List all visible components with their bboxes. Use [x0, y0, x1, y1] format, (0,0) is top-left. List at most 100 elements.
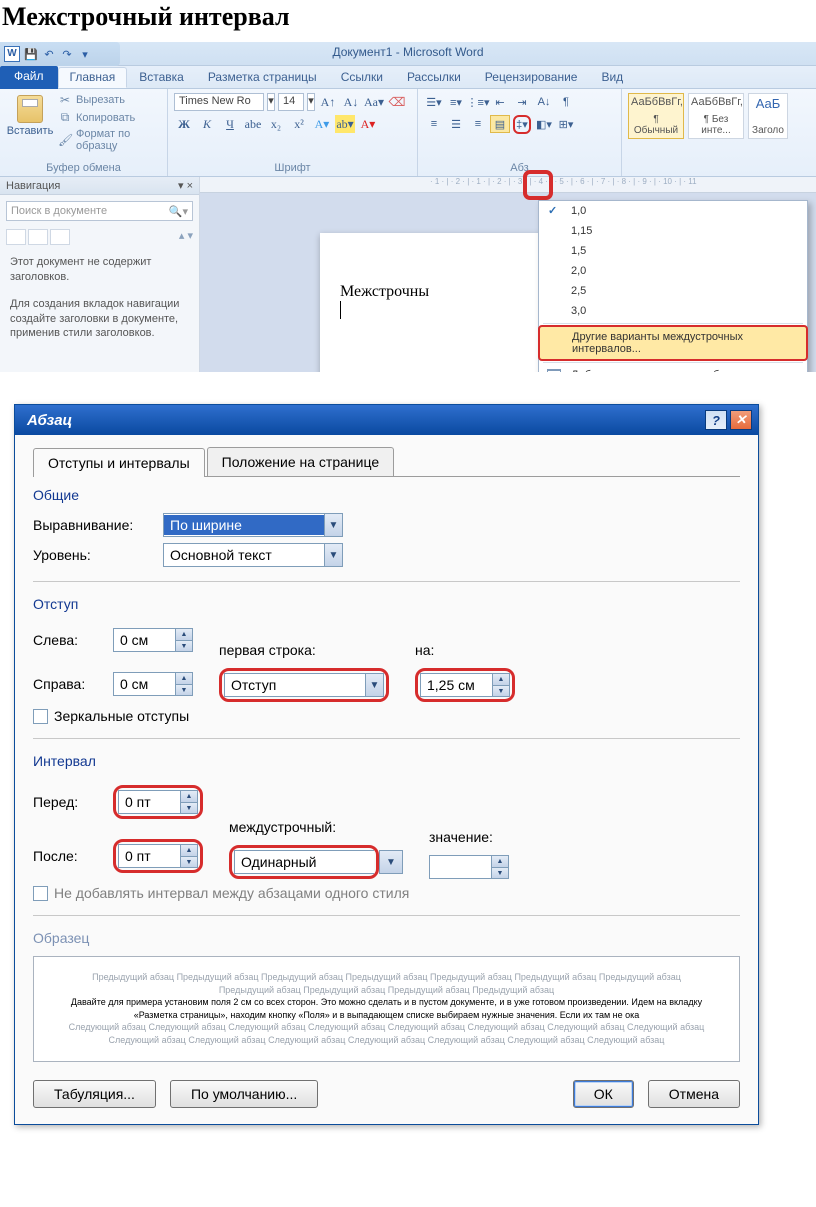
- file-tab[interactable]: Файл: [0, 66, 58, 89]
- align-left-icon[interactable]: ≡: [424, 115, 444, 133]
- justify-icon[interactable]: ▤: [490, 115, 510, 133]
- insert-tab[interactable]: Вставка: [127, 67, 196, 87]
- dialog-titlebar[interactable]: Абзац ? ✕: [15, 405, 758, 435]
- spin-down-icon[interactable]: ▼: [181, 856, 197, 867]
- set-default-button[interactable]: По умолчанию...: [170, 1080, 318, 1108]
- spin-up-icon[interactable]: ▲: [492, 856, 508, 867]
- section-indent: Отступ: [33, 596, 740, 612]
- numbering-icon[interactable]: ≡▾: [446, 93, 466, 111]
- spin-down-icon[interactable]: ▼: [176, 640, 192, 651]
- style-heading1[interactable]: АаБ Заголо: [748, 93, 788, 139]
- ruler[interactable]: · 1 · | · 2 · | · 1 · | · 2 · | · 3 · | …: [200, 177, 816, 193]
- font-size-combo[interactable]: 14: [278, 93, 304, 111]
- references-tab[interactable]: Ссылки: [329, 67, 395, 87]
- style-normal[interactable]: АаБбВвГг, ¶ Обычный: [628, 93, 684, 139]
- multilevel-icon[interactable]: ⋮≡▾: [468, 93, 488, 111]
- ls-add-before[interactable]: Добавить интервал перед абзацем: [539, 365, 807, 372]
- style-no-spacing[interactable]: АаБбВвГг, ¶ Без инте...: [688, 93, 744, 139]
- dialog-title-text: Абзац: [27, 412, 72, 429]
- show-marks-icon[interactable]: ¶: [556, 93, 576, 111]
- format-painter-button[interactable]: 🖌Формат по образцу: [58, 128, 161, 152]
- nav-search-input[interactable]: Поиск в документе 🔍▾: [6, 201, 193, 221]
- firstline-combo[interactable]: Отступ ▼: [224, 673, 384, 697]
- mailings-tab[interactable]: Рассылки: [395, 67, 473, 87]
- shrink-font-icon[interactable]: A↓: [341, 93, 361, 111]
- alignment-combo[interactable]: По ширине ▼: [163, 513, 343, 537]
- spin-up-icon[interactable]: ▲: [493, 674, 509, 685]
- font-size-dropdown-icon[interactable]: ▾: [307, 93, 315, 111]
- spin-up-icon[interactable]: ▲: [181, 845, 197, 856]
- spin-down-icon[interactable]: ▼: [493, 685, 509, 696]
- clear-formatting-icon[interactable]: ⌫: [387, 93, 407, 111]
- review-tab[interactable]: Рецензирование: [473, 67, 590, 87]
- paste-button[interactable]: Вставить: [6, 93, 54, 152]
- dont-add-space-checkbox[interactable]: Не добавлять интервал между абзацами одн…: [33, 885, 740, 901]
- space-after-spinner[interactable]: 0 пт ▲▼: [118, 844, 198, 868]
- ls-option-2[interactable]: 2,0: [539, 261, 807, 281]
- nav-view-results-icon[interactable]: [50, 229, 70, 245]
- copy-button[interactable]: ⧉Копировать: [58, 110, 161, 125]
- indent-right-spinner[interactable]: 0 см ▲▼: [113, 672, 193, 696]
- tab-indents[interactable]: Отступы и интервалы: [33, 448, 205, 477]
- nav-collapse-icon[interactable]: ▴ ▾: [179, 229, 193, 245]
- mirror-indents-checkbox[interactable]: Зеркальные отступы: [33, 708, 740, 724]
- cut-button[interactable]: ✂Вырезать: [58, 93, 161, 107]
- spin-up-icon[interactable]: ▲: [176, 629, 192, 640]
- layout-tab[interactable]: Разметка страницы: [196, 67, 329, 87]
- text-effects-icon[interactable]: A▾: [312, 115, 332, 133]
- subscript-button[interactable]: x₂: [266, 115, 286, 133]
- shading-icon[interactable]: ◧▾: [534, 115, 554, 133]
- ls-option-1-5[interactable]: 1,5: [539, 241, 807, 261]
- align-center-icon[interactable]: ☰: [446, 115, 466, 133]
- highlight-icon[interactable]: ab▾: [335, 115, 355, 133]
- linespacing-combo-value[interactable]: Одинарный: [234, 850, 374, 874]
- nav-view-pages-icon[interactable]: [28, 229, 48, 245]
- word-window-screenshot: W 💾 ↶ ↷ ▾ Документ1 - Microsoft Word Фай…: [0, 42, 816, 372]
- line-spacing-button[interactable]: ‡▾: [512, 115, 532, 133]
- nav-dropdown-icon[interactable]: ▾: [178, 180, 184, 192]
- ls-option-2-5[interactable]: 2,5: [539, 281, 807, 301]
- bold-button[interactable]: Ж: [174, 115, 194, 133]
- linespacing-combo-button[interactable]: ▼: [379, 850, 403, 874]
- close-button[interactable]: ✕: [730, 410, 752, 430]
- home-tab[interactable]: Главная: [58, 67, 128, 88]
- ls-option-3[interactable]: 3,0: [539, 301, 807, 321]
- ls-option-1-15[interactable]: 1,15: [539, 221, 807, 241]
- spin-down-icon[interactable]: ▼: [176, 684, 192, 695]
- italic-button[interactable]: К: [197, 115, 217, 133]
- ok-button[interactable]: ОК: [573, 1080, 634, 1108]
- clipboard-group: Вставить ✂Вырезать ⧉Копировать 🖌Формат п…: [0, 89, 168, 176]
- indent-left-spinner[interactable]: 0 см ▲▼: [113, 628, 193, 652]
- space-before-spinner[interactable]: 0 пт ▲▼: [118, 790, 198, 814]
- ls-option-1[interactable]: 1,0: [539, 201, 807, 221]
- outline-level-combo[interactable]: Основной текст ▼: [163, 543, 343, 567]
- increase-indent-icon[interactable]: ⇥: [512, 93, 532, 111]
- linespacing-at-spinner[interactable]: ▲▼: [429, 855, 509, 879]
- sort-icon[interactable]: A↓: [534, 93, 554, 111]
- font-color-icon[interactable]: A▾: [358, 115, 378, 133]
- decrease-indent-icon[interactable]: ⇤: [490, 93, 510, 111]
- superscript-button[interactable]: x²: [289, 115, 309, 133]
- spin-down-icon[interactable]: ▼: [492, 867, 508, 878]
- tabs-button[interactable]: Табуляция...: [33, 1080, 156, 1108]
- borders-icon[interactable]: ⊞▾: [556, 115, 576, 133]
- underline-button[interactable]: Ч: [220, 115, 240, 133]
- change-case-icon[interactable]: Aa▾: [364, 93, 384, 111]
- bullets-icon[interactable]: ☰▾: [424, 93, 444, 111]
- view-tab[interactable]: Вид: [589, 67, 635, 87]
- align-right-icon[interactable]: ≡: [468, 115, 488, 133]
- nav-view-headings-icon[interactable]: [6, 229, 26, 245]
- cancel-button[interactable]: Отмена: [648, 1080, 740, 1108]
- tab-pageflow[interactable]: Положение на странице: [207, 447, 394, 476]
- font-family-dropdown-icon[interactable]: ▾: [267, 93, 275, 111]
- spin-down-icon[interactable]: ▼: [181, 802, 197, 813]
- spin-up-icon[interactable]: ▲: [181, 791, 197, 802]
- font-family-combo[interactable]: Times New Ro: [174, 93, 264, 111]
- strike-button[interactable]: abe: [243, 115, 263, 133]
- ls-other-options[interactable]: Другие варианты междустрочных интервалов…: [539, 326, 807, 360]
- help-button[interactable]: ?: [705, 410, 727, 430]
- grow-font-icon[interactable]: A↑: [318, 93, 338, 111]
- nav-close-icon[interactable]: ×: [187, 180, 193, 192]
- spin-up-icon[interactable]: ▲: [176, 673, 192, 684]
- indent-by-spinner[interactable]: 1,25 см ▲▼: [420, 673, 510, 697]
